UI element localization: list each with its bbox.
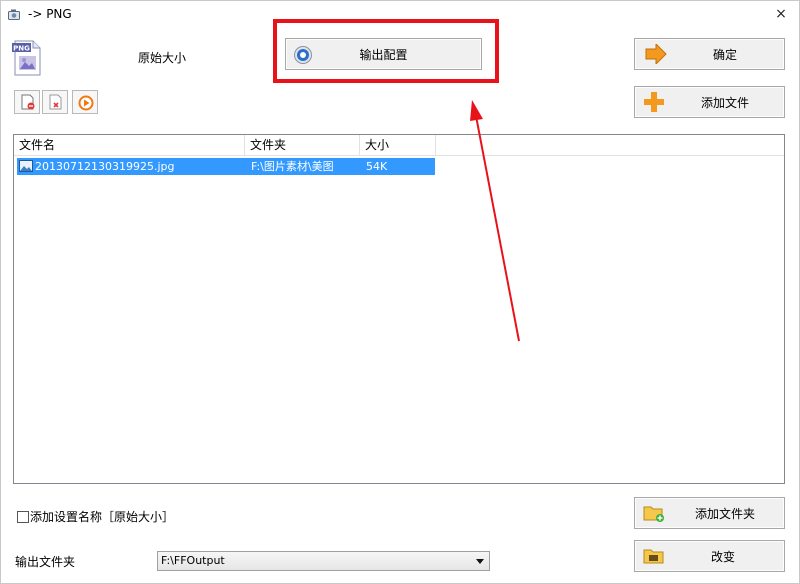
remove-file-icon xyxy=(21,94,35,110)
png-badge-text: PNG xyxy=(13,45,30,53)
add-file-label: 添加文件 xyxy=(701,95,750,110)
highlight-box xyxy=(273,19,499,83)
plus-icon xyxy=(644,92,664,112)
file-name-cell: 20130712130319925.jpg xyxy=(35,160,175,173)
clear-list-icon xyxy=(49,94,62,110)
output-folder-value: F:\FFOutput xyxy=(161,554,225,567)
column-header-folder[interactable]: 文件夹 xyxy=(245,135,360,156)
play-icon xyxy=(78,95,94,111)
add-file-button[interactable]: 添加文件 xyxy=(634,86,785,118)
folder-cell: F:\图片素材\美图 xyxy=(251,160,334,173)
output-folder-select[interactable]: F:\FFOutput xyxy=(157,551,490,571)
ok-label: 确定 xyxy=(713,47,738,62)
png-file-icon: PNG xyxy=(12,40,41,76)
app-icon xyxy=(8,9,20,20)
size-cell: 54K xyxy=(366,160,388,173)
table-row[interactable]: 20130712130319925.jpg F:\图片素材\美图 54K xyxy=(17,158,435,175)
add-folder-icon xyxy=(643,506,664,522)
remove-file-button[interactable] xyxy=(14,90,40,114)
window-title: -> PNG xyxy=(28,7,72,21)
column-header-filler xyxy=(436,135,784,156)
output-folder-label: 输出文件夹 xyxy=(15,555,76,569)
change-button[interactable]: 改变 xyxy=(634,540,785,572)
add-setting-name-checkbox[interactable] xyxy=(17,511,29,523)
start-button[interactable] xyxy=(72,90,98,114)
folder-icon xyxy=(643,549,664,564)
change-label: 改变 xyxy=(711,549,736,564)
clear-list-button[interactable] xyxy=(42,90,68,114)
image-file-icon xyxy=(19,160,33,172)
ok-button[interactable]: 确定 xyxy=(634,38,785,70)
arrow-right-icon xyxy=(645,44,667,64)
add-folder-button[interactable]: 添加文件夹 xyxy=(634,497,785,529)
file-list[interactable]: 文件名 文件夹 大小 20130712130319925.jpg F:\图片素材… xyxy=(13,134,785,484)
column-header-filename[interactable]: 文件名 xyxy=(14,135,245,156)
add-folder-label: 添加文件夹 xyxy=(695,506,756,521)
close-button[interactable]: × xyxy=(770,4,792,24)
dropdown-arrow-icon xyxy=(476,559,484,564)
add-setting-name-label: 添加设置名称［原始大小］ xyxy=(30,510,175,524)
preset-label: 原始大小 xyxy=(138,51,187,65)
column-header-size[interactable]: 大小 xyxy=(360,135,436,156)
